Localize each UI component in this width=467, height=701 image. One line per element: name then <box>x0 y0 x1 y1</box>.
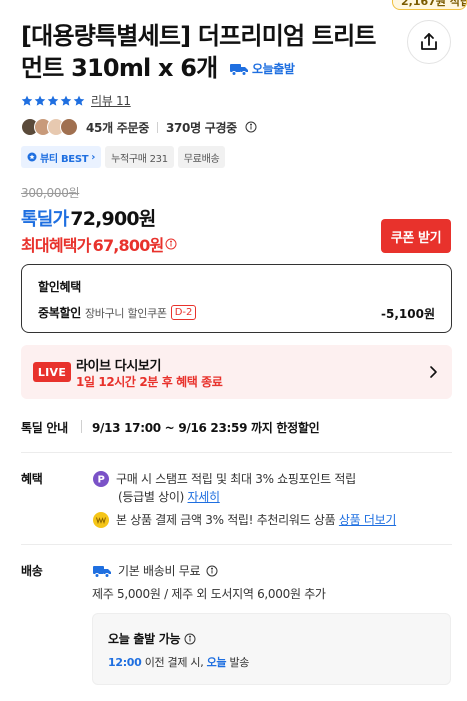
viewer-count: 370명 구경중 <box>165 120 237 135</box>
live-countdown: 1일 12시간 2분 후 혜택 종료 <box>76 375 223 389</box>
star-icon <box>34 95 46 106</box>
star-icon <box>47 95 59 106</box>
today-shipping-label: 오늘출발 <box>251 62 295 76</box>
star-rating <box>21 95 85 107</box>
max-benefit-label: 최대혜택가 <box>21 236 91 255</box>
discount-row: 중복할인 장바구니 할인쿠폰 D-2 <box>38 304 197 321</box>
benefit-detail: (등급별 상이) 자세히 <box>118 488 220 505</box>
deal-period: 9/13 17:00 ~ 9/16 23:59 까지 한정할인 <box>92 421 320 435</box>
live-replay-banner[interactable]: LIVE 라이브 다시보기 1일 12시간 2분 후 혜택 종료 <box>21 345 452 399</box>
chip-label: 무료배송 <box>183 153 220 165</box>
badge-icon <box>27 152 37 162</box>
review-link[interactable]: 리뷰 11 <box>91 92 131 109</box>
section-divider <box>21 544 452 545</box>
benefit-text-2: 본 상품 결제 금액 3% 적립! 추천리워드 상품 <box>116 513 339 527</box>
island-shipping-fee: 제주 5,000원 / 제주 외 도서지역 6,000원 추가 <box>92 587 326 601</box>
discount-benefit-box: 할인혜택 중복할인 장바구니 할인쿠폰 D-2 -5,100원 <box>21 264 452 333</box>
reward-benefit: 본 상품 결제 금액 3% 적립! 추천리워드 상품 상품 더보기 <box>92 511 396 529</box>
benefit-text-1b: (등급별 상이) <box>118 490 188 504</box>
shipping-fee-text: 기본 배송비 무료 <box>118 564 201 578</box>
discount-amount: -5,100원 <box>381 307 435 321</box>
dday-badge: D-2 <box>170 305 197 320</box>
chip-beauty-best[interactable]: 뷰티 BEST › <box>21 146 102 168</box>
order-status-row: 45개 주문중 370명 구경중 <box>21 117 257 137</box>
order-count: 45개 주문중 <box>86 120 149 135</box>
shipping-label: 배송 <box>21 564 43 578</box>
deal-price-value: 72,900원 <box>70 208 156 230</box>
cutoff-time: 12:00 <box>108 656 142 669</box>
live-badge: LIVE <box>33 362 71 382</box>
max-benefit-row: 최대혜택가 67,800원 <box>21 232 177 256</box>
discount-coupon-name: 장바구니 할인쿠폰 <box>84 306 167 320</box>
today-word: 오늘 <box>206 656 227 669</box>
truck-icon <box>93 565 111 578</box>
star-icon <box>60 95 72 106</box>
deal-price-row: 톡딜가 72,900원 <box>21 204 156 231</box>
stamp-point-benefit: P 구매 시 스탬프 적립 및 최대 3% 쇼핑포인트 적립 <box>92 470 356 488</box>
today-shipping-condition: 12:00 이전 결제 시, 오늘 발송 <box>108 654 249 670</box>
shipping-fee-row: 기본 배송비 무료 <box>92 562 218 579</box>
max-benefit-price: 67,800원 <box>92 236 165 255</box>
today-shipping-box: 오늘 출발 가능 12:00 이전 결제 시, 오늘 발송 <box>92 613 451 685</box>
detail-link[interactable]: 자세히 <box>188 490 221 504</box>
buyer-avatars <box>21 118 78 136</box>
today-shipping-title-row: 오늘 출발 가능 <box>108 630 196 647</box>
benefit-label: 혜택 <box>21 472 43 486</box>
chevron-right-icon <box>430 366 437 378</box>
divider <box>156 121 158 133</box>
rating-row: 리뷰 11 <box>21 92 131 109</box>
svg-text:P: P <box>97 475 104 486</box>
section-divider <box>21 452 452 453</box>
divider <box>81 420 82 433</box>
today-shipping-tag: 오늘출발 <box>229 53 295 85</box>
chip-cumulative-purchase: 누적구매 231 <box>105 146 174 168</box>
chip-label: 누적구매 231 <box>111 153 168 165</box>
product-title: [대용량특별세트] 더프리미엄 트리트먼트 310ml x 6개 오늘출발 <box>21 20 381 85</box>
info-icon[interactable] <box>165 238 177 250</box>
chip-free-shipping: 무료배송 <box>177 146 226 168</box>
chevron-right-icon: › <box>91 151 96 163</box>
info-icon[interactable] <box>206 565 218 577</box>
deal-info-label: 톡딜 안내 <box>21 421 68 435</box>
original-price: 300,000원 <box>21 186 80 200</box>
dispatch-text: 발송 <box>226 656 250 669</box>
star-icon <box>73 95 85 106</box>
point-icon: P <box>93 471 109 487</box>
condition-text: 이전 결제 시, <box>141 656 207 669</box>
avatar <box>60 118 78 136</box>
star-icon <box>21 95 33 106</box>
info-icon[interactable] <box>184 633 196 645</box>
today-shipping-title: 오늘 출발 가능 <box>108 632 181 646</box>
point-reward-badge: 2,167원 적립 <box>392 0 467 10</box>
coin-icon <box>93 512 109 528</box>
get-coupon-button[interactable]: 쿠폰 받기 <box>381 219 451 253</box>
discount-title: 할인혜택 <box>38 280 81 294</box>
product-chips: 뷰티 BEST › 누적구매 231 무료배송 <box>21 146 226 168</box>
discount-type: 중복할인 <box>38 306 81 320</box>
share-icon <box>421 33 437 50</box>
chip-label: 뷰티 BEST <box>40 153 89 165</box>
deal-price-label: 톡딜가 <box>21 209 69 230</box>
share-button[interactable] <box>407 20 451 64</box>
info-icon[interactable] <box>245 121 257 133</box>
benefit-text-1: 구매 시 스탬프 적립 및 최대 3% 쇼핑포인트 적립 <box>116 472 356 486</box>
truck-icon <box>229 64 248 76</box>
live-title: 라이브 다시보기 <box>76 359 162 374</box>
more-products-link[interactable]: 상품 더보기 <box>339 513 397 527</box>
product-title-text: [대용량특별세트] 더프리미엄 트리트먼트 310ml x 6개 <box>21 22 376 82</box>
